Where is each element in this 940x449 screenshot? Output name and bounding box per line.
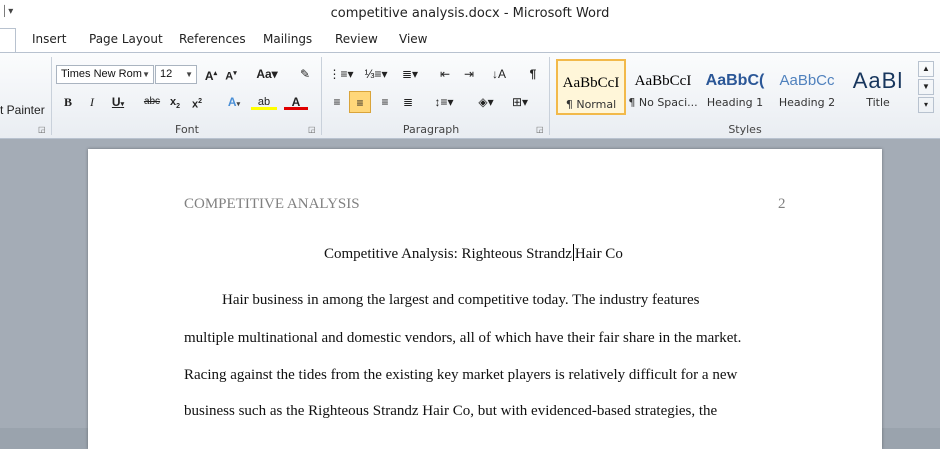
- tab-view[interactable]: View: [399, 32, 427, 46]
- sort-icon[interactable]: ↓A: [490, 65, 508, 83]
- clipboard-launcher-icon[interactable]: ◲: [38, 125, 46, 134]
- chevron-down-icon: ▼: [185, 70, 193, 79]
- font-name-value: Times New Rom: [61, 68, 142, 80]
- align-right-icon[interactable]: ≡: [376, 93, 394, 111]
- style-no-spacing[interactable]: AaBbCcI ¶ No Spaci...: [628, 59, 698, 115]
- style-sample: AaBbCcI: [562, 75, 620, 91]
- font-size-combo[interactable]: 12 ▼: [155, 65, 197, 84]
- window-title: competitive analysis.docx - Microsoft Wo…: [330, 6, 610, 21]
- document-title[interactable]: Competitive Analysis: Righteous Strandz H…: [324, 244, 623, 263]
- change-case-icon[interactable]: Aa▾: [254, 65, 280, 83]
- tab-home[interactable]: e: [0, 28, 16, 52]
- body-line[interactable]: Racing against the tides from the existi…: [184, 367, 737, 384]
- shrink-font-icon[interactable]: A▾: [222, 65, 240, 83]
- tab-insert[interactable]: Insert: [32, 32, 66, 46]
- style-title[interactable]: AaBl Title: [844, 59, 912, 115]
- style-name: Heading 1: [706, 96, 764, 109]
- font-size-value: 12: [160, 68, 173, 80]
- styles-group-label: Styles: [728, 123, 762, 136]
- show-formatting-icon[interactable]: ¶: [524, 65, 542, 83]
- strikethrough-icon[interactable]: abc: [141, 93, 163, 111]
- styles-scroll-up-icon[interactable]: ▲: [918, 61, 934, 77]
- bold-icon[interactable]: B: [60, 93, 76, 111]
- line-spacing-icon[interactable]: ↕≡▾: [430, 93, 458, 111]
- running-header: COMPETITIVE ANALYSIS: [184, 196, 360, 212]
- numbering-icon[interactable]: ⅓≡▾: [362, 65, 390, 83]
- font-name-combo[interactable]: Times New Rom ▼: [56, 65, 154, 84]
- text-cursor: [572, 244, 574, 261]
- align-left-icon[interactable]: ≡: [328, 93, 346, 111]
- page-number: 2: [778, 196, 786, 212]
- clear-formatting-icon[interactable]: ✎: [296, 65, 314, 83]
- tab-page-layout[interactable]: Page Layout: [89, 32, 163, 46]
- superscript-icon[interactable]: x2: [189, 93, 205, 111]
- multilevel-list-icon[interactable]: ≣▾: [396, 65, 424, 83]
- body-line[interactable]: business such as the Righteous Strandz H…: [184, 403, 717, 420]
- italic-icon[interactable]: I: [84, 93, 100, 111]
- format-painter-button[interactable]: t Painter: [0, 101, 45, 119]
- highlight-icon[interactable]: ab: [251, 93, 277, 111]
- text-effects-icon[interactable]: A▾: [222, 93, 246, 111]
- font-group-label: Font: [175, 123, 199, 136]
- chevron-down-icon: ▼: [142, 70, 150, 79]
- style-name: ¶ Normal: [565, 98, 617, 111]
- body-line[interactable]: Hair business in among the largest and c…: [222, 292, 700, 309]
- style-name: ¶ No Spaci...: [628, 96, 698, 109]
- subscript-icon[interactable]: x2: [167, 93, 183, 111]
- paragraph-group-label: Paragraph: [402, 123, 460, 136]
- style-heading-2[interactable]: AaBbCc Heading 2: [772, 59, 842, 115]
- style-sample: AaBbCc: [779, 72, 835, 89]
- style-name: Heading 2: [778, 96, 836, 109]
- body-line[interactable]: multiple multinational and domestic vend…: [184, 330, 741, 347]
- style-heading-1[interactable]: AaBbC( Heading 1: [700, 59, 770, 115]
- bullets-icon[interactable]: ⋮≡▾: [328, 65, 354, 83]
- ribbon-tabs: e Insert Page Layout References Mailings…: [0, 28, 940, 52]
- justify-icon[interactable]: ≣: [399, 93, 417, 111]
- styles-scroll-down-icon[interactable]: ▼: [918, 79, 934, 95]
- shading-icon[interactable]: ◈▾: [472, 93, 500, 111]
- decrease-indent-icon[interactable]: ⇤: [436, 65, 454, 83]
- underline-icon[interactable]: U▾: [107, 93, 129, 111]
- increase-indent-icon[interactable]: ⇥: [460, 65, 478, 83]
- styles-more-icon[interactable]: ▾: [918, 97, 934, 113]
- borders-icon[interactable]: ⊞▾: [506, 93, 534, 111]
- title-text: Competitive Analysis: Righteous Strandz: [324, 246, 572, 262]
- tab-review[interactable]: Review: [335, 32, 378, 46]
- style-sample: AaBbC(: [705, 72, 765, 89]
- document-page[interactable]: COMPETITIVE ANALYSIS 2 Competitive Analy…: [88, 149, 882, 449]
- style-sample: AaBl: [852, 69, 904, 93]
- ribbon: t Painter ◲ Times New Rom ▼ 12 ▼ A▴ A▾ A…: [0, 52, 940, 139]
- font-color-icon[interactable]: A: [284, 93, 308, 111]
- style-sample: AaBbCcI: [634, 73, 692, 89]
- document-area: COMPETITIVE ANALYSIS 2 Competitive Analy…: [0, 139, 940, 449]
- grow-font-icon[interactable]: A▴: [202, 65, 220, 83]
- title-text: Hair Co: [574, 246, 623, 262]
- style-normal[interactable]: AaBbCcI ¶ Normal: [556, 59, 626, 115]
- tab-mailings[interactable]: Mailings: [263, 32, 312, 46]
- font-launcher-icon[interactable]: ◲: [308, 125, 316, 134]
- style-name: Title: [866, 96, 890, 109]
- title-bar: │▾ competitive analysis.docx - Microsoft…: [0, 0, 940, 28]
- paragraph-launcher-icon[interactable]: ◲: [536, 125, 544, 134]
- tab-references[interactable]: References: [179, 32, 246, 46]
- align-center-icon[interactable]: ≡: [349, 91, 371, 113]
